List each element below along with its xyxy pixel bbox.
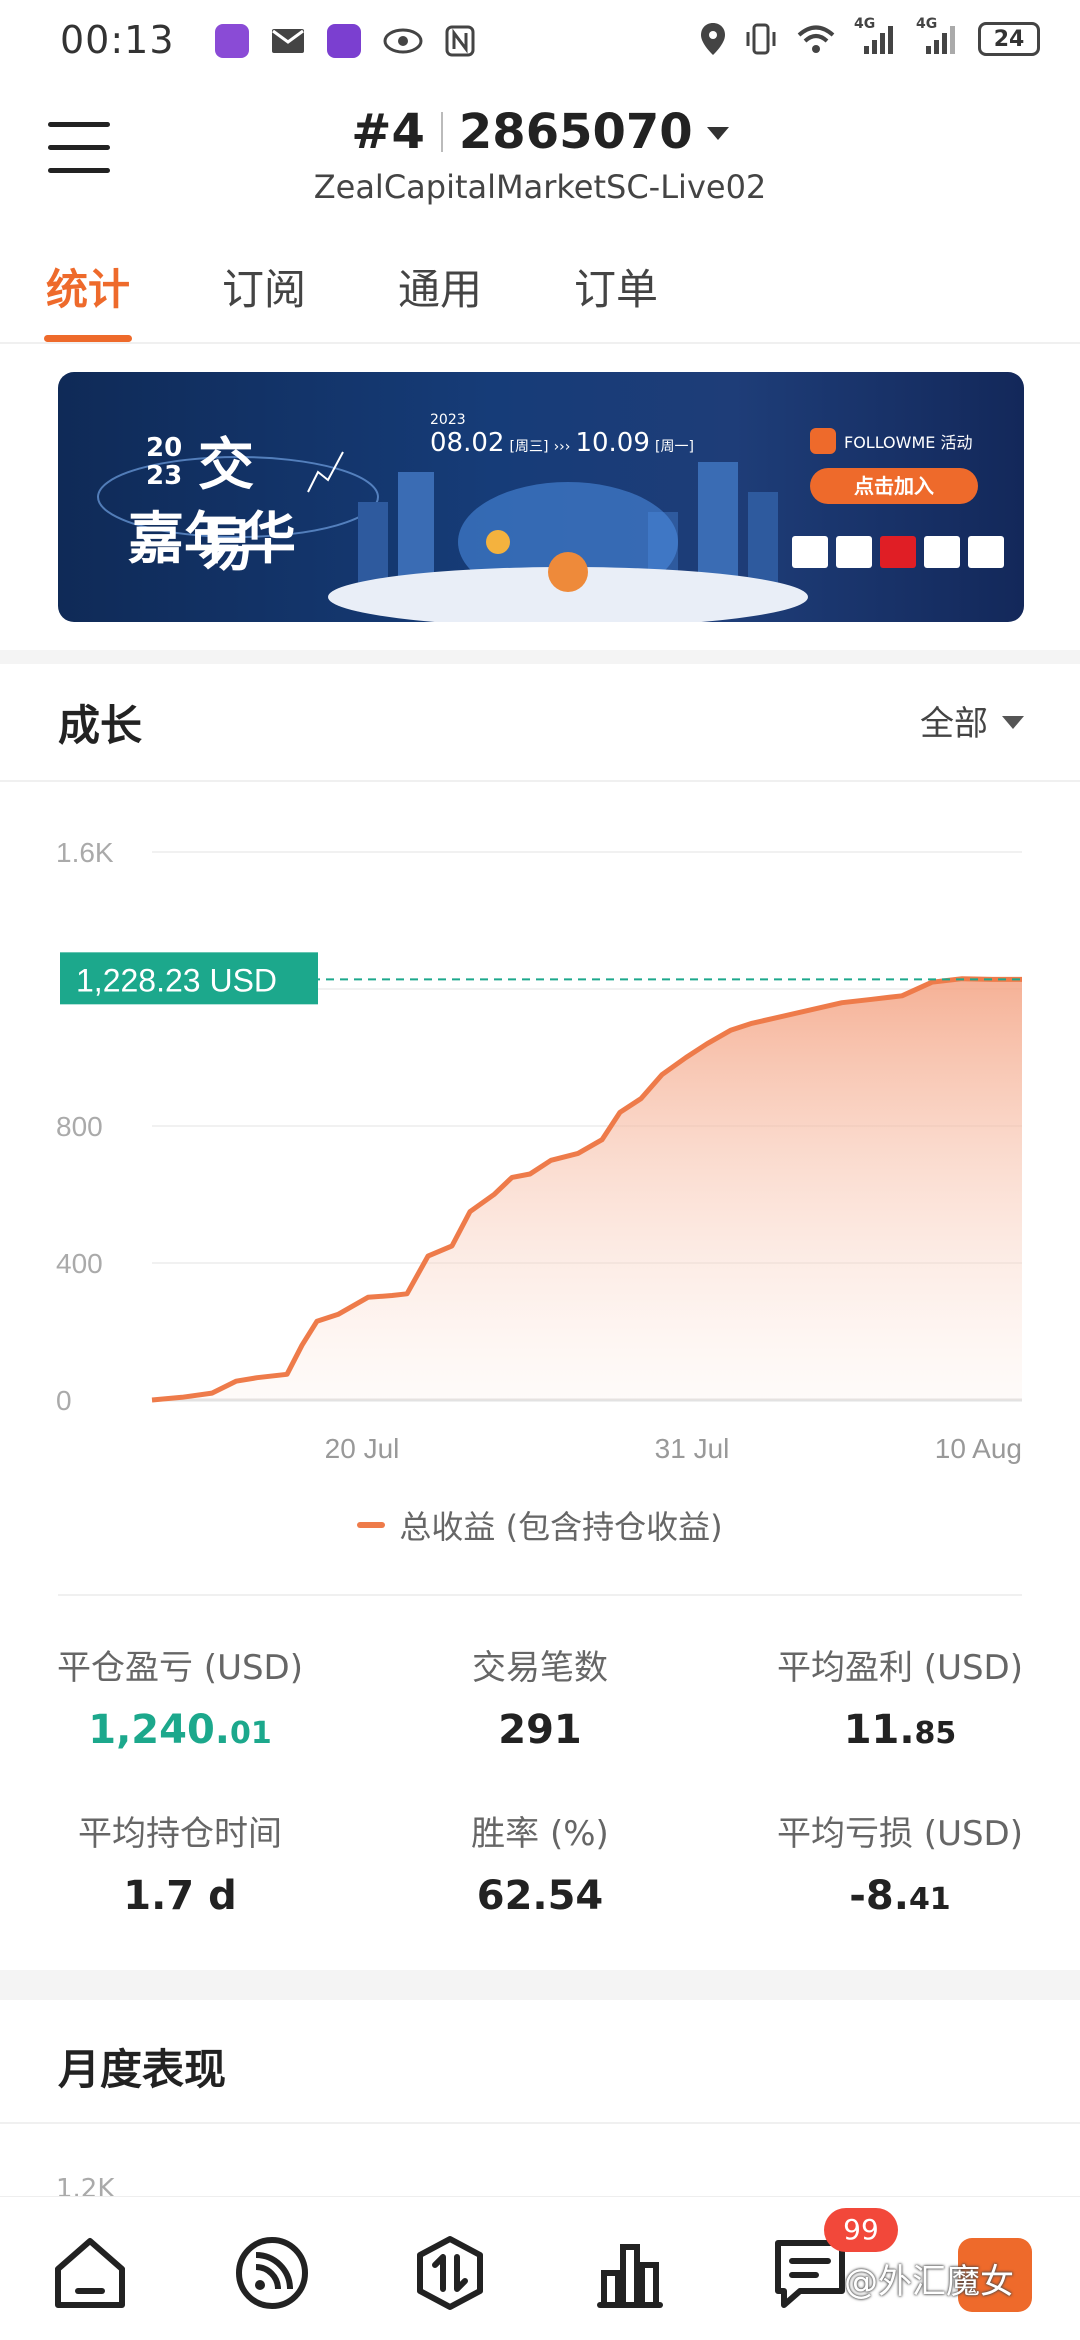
growth-chart: 1,228.23 USD 0 400 800 1.6K 20 Jul 31 Jul 10 A… xyxy=(56,837,1022,1464)
stat-label: 交易笔数 xyxy=(472,1648,608,1688)
stat-value: 1,240.01 xyxy=(88,1707,272,1753)
section-separator xyxy=(0,1970,1080,2000)
current-value-label: 1,228.23 USD xyxy=(76,962,277,998)
mail-icon xyxy=(272,29,304,53)
tab-statistics[interactable]: 统计 xyxy=(0,250,176,342)
messages-badge: 99 xyxy=(824,2208,898,2252)
feed-icon[interactable] xyxy=(232,2233,312,2313)
broker-logos xyxy=(792,536,1004,568)
chart-icon[interactable] xyxy=(590,2233,670,2313)
account-number: 2865070 xyxy=(458,104,693,160)
growth-filter-label: 全部 xyxy=(920,704,988,744)
infinity-app-icon xyxy=(327,24,361,58)
wifi-icon xyxy=(797,25,835,53)
banner-date-end-day: [周一] xyxy=(654,439,694,455)
network-label: 4G xyxy=(916,16,938,32)
megaphone-icon xyxy=(810,428,836,454)
growth-title: 成长 xyxy=(58,701,143,750)
home-icon[interactable] xyxy=(50,2233,130,2313)
stat-avg-loss: 平均亏损 (USD) -8.41 xyxy=(720,1806,1080,1919)
banner-brand: FOLLOWME 活动 xyxy=(844,433,973,452)
stat-label: 平均亏损 (USD) xyxy=(777,1814,1023,1854)
banner-date-end: 10.09 xyxy=(575,428,650,458)
divider xyxy=(58,1594,1022,1596)
growth-area xyxy=(152,978,1022,1400)
location-icon xyxy=(701,23,725,55)
banner-year-bottom: 23 xyxy=(146,461,183,491)
caret-down-icon xyxy=(706,127,729,140)
stat-trade-count: 交易笔数 291 xyxy=(360,1640,720,1753)
status-left-icons xyxy=(215,24,475,58)
network-label: 4G xyxy=(854,16,876,32)
legend-label: 总收益 (包含持仓收益) xyxy=(399,1508,723,1546)
y-tick-label: 1.6K xyxy=(56,837,114,868)
banner-date-year: 2023 xyxy=(430,412,466,428)
stat-label: 平仓盈亏 (USD) xyxy=(57,1648,303,1688)
y-tick-label: 800 xyxy=(56,1111,103,1142)
stat-label: 平均持仓时间 xyxy=(78,1814,282,1854)
tab-bar: 统计 订阅 通用 订单 xyxy=(0,250,1080,342)
status-bar: 00:13 4G 4G 24 xyxy=(0,0,1080,80)
banner-title-line2: 嘉年华 xyxy=(128,507,296,572)
tab-orders[interactable]: 订单 xyxy=(528,250,704,342)
stat-win-rate: 胜率 (%) 62.54 xyxy=(360,1806,720,1919)
broker-logo xyxy=(924,536,960,568)
battery-icon: 24 xyxy=(978,22,1040,56)
chart-legend: 总收益 (包含持仓收益) xyxy=(0,1502,1080,1548)
stat-label: 平均盈利 (USD) xyxy=(777,1648,1023,1688)
divider xyxy=(0,2122,1080,2124)
banner-date-start: 08.02 xyxy=(430,428,505,458)
banner-city-illustration xyxy=(328,462,808,622)
banner-cta-area: FOLLOWME 活动 点击加入 xyxy=(810,428,1010,504)
signal-icon: 4G xyxy=(916,16,960,56)
broker-logo xyxy=(836,536,872,568)
eye-icon xyxy=(383,28,423,54)
nfc-icon xyxy=(445,25,475,57)
account-index: #4 xyxy=(351,104,425,160)
monthly-title: 月度表现 xyxy=(58,2045,227,2094)
stat-value: 11.85 xyxy=(843,1707,957,1753)
account-selector[interactable]: #4 2865070 xyxy=(0,104,1080,160)
x-tick-label: 31 Jul xyxy=(655,1433,730,1464)
x-tick-label: 10 Aug xyxy=(935,1433,1022,1464)
legend-swatch xyxy=(357,1522,386,1528)
banner-dates: 2023 08.02 [周三] ››› 10.09 [周一] xyxy=(430,412,694,458)
promo-banner[interactable]: 20 23 交易 嘉年华 2023 08.02 [周三] ››› 10.09 [周… xyxy=(58,372,1024,622)
stat-value: 291 xyxy=(498,1707,582,1753)
banner-arrow: ››› xyxy=(553,439,571,455)
infinity-app-icon xyxy=(215,24,249,58)
status-time: 00:13 xyxy=(60,18,175,62)
banner-date-start-day: [周三] xyxy=(509,439,549,455)
stat-value: -8.41 xyxy=(849,1873,951,1919)
y-tick-label: 400 xyxy=(56,1248,103,1279)
y-tick-label: 0 xyxy=(56,1385,72,1416)
stat-label: 胜率 (%) xyxy=(471,1814,609,1854)
status-right-icons: 4G 4G 24 xyxy=(700,16,1040,56)
tab-subscriptions[interactable]: 订阅 xyxy=(176,250,352,342)
caret-down-icon xyxy=(1002,716,1024,729)
vibrate-icon xyxy=(746,23,776,55)
trade-icon[interactable] xyxy=(410,2233,490,2313)
banner-join-button[interactable]: 点击加入 xyxy=(810,468,978,504)
banner-year-top: 20 xyxy=(146,433,183,463)
tab-general[interactable]: 通用 xyxy=(352,250,528,342)
stat-avg-profit: 平均盈利 (USD) 11.85 xyxy=(720,1640,1080,1753)
account-server: ZealCapitalMarketSC-Live02 xyxy=(313,168,767,206)
broker-logo xyxy=(880,536,916,568)
signal-icon: 4G xyxy=(854,16,898,56)
stat-value: 1.7 d xyxy=(123,1873,237,1919)
x-tick-label: 20 Jul xyxy=(325,1433,400,1464)
divider xyxy=(0,780,1080,782)
stat-closed-pnl: 平仓盈亏 (USD) 1,240.01 xyxy=(0,1640,360,1753)
divider xyxy=(0,342,1080,344)
broker-logo xyxy=(968,536,1004,568)
stat-value: 62.54 xyxy=(476,1873,604,1919)
stat-avg-holding-time: 平均持仓时间 1.7 d xyxy=(0,1806,360,1919)
section-separator xyxy=(0,650,1080,664)
watermark: @外汇魔女 xyxy=(844,2262,1014,2302)
broker-logo xyxy=(792,536,828,568)
growth-range-filter[interactable]: 全部 xyxy=(920,696,1024,745)
